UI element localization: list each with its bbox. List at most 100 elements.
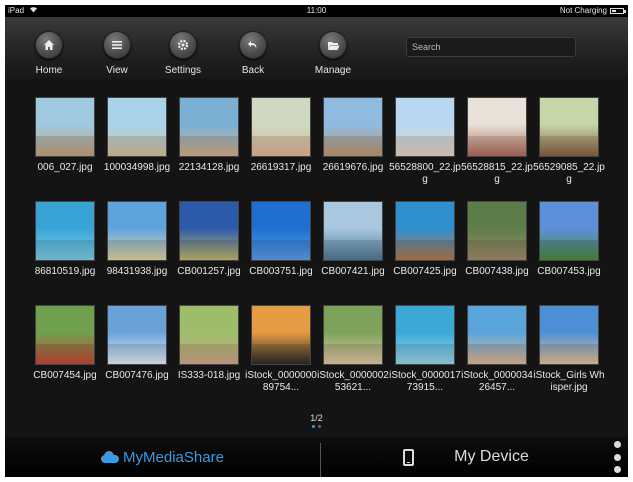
media-tile[interactable]: iStock_000000089754...: [245, 305, 317, 394]
page-indicator: 1/2: [310, 413, 323, 423]
media-thumbnail: [107, 305, 167, 365]
bottom-bar: MyMediaShare My Device: [5, 437, 628, 477]
tab-mymediashare[interactable]: MyMediaShare: [5, 437, 320, 477]
more-dot-icon: [613, 453, 621, 461]
media-tile[interactable]: 98431938.jpg: [101, 201, 173, 278]
media-filename: iStock_000003426457...: [461, 370, 533, 393]
media-tile[interactable]: iStock_000000253621...: [317, 305, 389, 394]
home-label: Home: [35, 65, 63, 76]
media-filename: CB007425.jpg: [393, 266, 457, 277]
media-filename: CB007438.jpg: [465, 266, 529, 277]
media-tile[interactable]: CB001257.jpg: [173, 201, 245, 278]
charging-status: Not Charging: [559, 6, 607, 15]
media-tile[interactable]: iStock_Girls Whisper.jpg: [533, 305, 605, 394]
more-dot-icon: [613, 441, 621, 448]
pagination[interactable]: 1/2: [5, 413, 628, 428]
media-thumbnail: [35, 305, 95, 365]
media-thumbnail: [539, 201, 599, 261]
page-dot: [312, 425, 315, 428]
media-thumbnail: [35, 201, 95, 261]
media-tile[interactable]: 56529085_22.jpg: [533, 97, 605, 186]
media-tile[interactable]: 56528815_22.jpg: [461, 97, 533, 186]
more-dot-icon: [613, 466, 621, 473]
back-button[interactable]: Back: [223, 31, 283, 76]
media-filename: 22134128.jpg: [178, 162, 240, 173]
media-tile[interactable]: 100034998.jpg: [101, 97, 173, 174]
list-icon: [103, 31, 131, 59]
more-options-button[interactable]: [612, 441, 622, 473]
media-thumbnail: [323, 97, 383, 157]
media-filename: iStock_000001773915...: [389, 370, 461, 393]
back-label: Back: [241, 65, 265, 76]
back-arrow-icon: [239, 31, 267, 59]
media-tile[interactable]: CB007454.jpg: [29, 305, 101, 382]
media-tile[interactable]: CB007425.jpg: [389, 201, 461, 278]
media-filename: iStock_000000089754...: [245, 370, 317, 393]
status-time: 11:00: [306, 6, 327, 15]
folder-open-icon: [319, 31, 347, 59]
media-filename: 100034998.jpg: [103, 162, 171, 173]
media-thumbnail: [251, 305, 311, 365]
media-thumbnail: [179, 305, 239, 365]
status-bar: iPad 11:00 Not Charging: [5, 5, 628, 17]
tab-my-device[interactable]: My Device: [321, 437, 611, 477]
media-filename: CB007454.jpg: [33, 370, 97, 381]
settings-button[interactable]: Settings: [153, 31, 213, 76]
view-button[interactable]: View: [87, 31, 147, 76]
media-thumbnail: [467, 305, 527, 365]
media-filename: 26619317.jpg: [250, 162, 312, 173]
media-tile[interactable]: IS333-018.jpg: [173, 305, 245, 382]
media-thumbnail: [251, 97, 311, 157]
media-thumbnail: [539, 305, 599, 365]
home-button[interactable]: Home: [19, 31, 79, 76]
media-thumbnail: [179, 97, 239, 157]
media-tile[interactable]: CB007453.jpg: [533, 201, 605, 278]
manage-label: Manage: [314, 65, 352, 76]
search-input[interactable]: [406, 37, 576, 57]
page-dot: [318, 425, 321, 428]
media-thumbnail: [323, 201, 383, 261]
media-thumbnail: [539, 97, 599, 157]
media-thumbnail: [251, 201, 311, 261]
media-filename: 98431938.jpg: [106, 266, 168, 277]
home-icon: [35, 31, 63, 59]
manage-button[interactable]: Manage: [303, 31, 363, 76]
media-tile[interactable]: 26619676.jpg: [317, 97, 389, 174]
media-tile[interactable]: 22134128.jpg: [173, 97, 245, 174]
media-tile[interactable]: CB007476.jpg: [101, 305, 173, 382]
media-filename: 56528815_22.jpg: [461, 162, 533, 185]
gear-icon: [169, 31, 197, 59]
media-thumbnail: [35, 97, 95, 157]
media-tile[interactable]: CB007438.jpg: [461, 201, 533, 278]
media-filename: 56528800_22.jpg: [389, 162, 461, 185]
page-dots: [5, 425, 628, 428]
media-filename: CB007421.jpg: [321, 266, 385, 277]
battery-icon: [610, 8, 626, 14]
media-thumbnail: [467, 97, 527, 157]
media-tile[interactable]: 56528800_22.jpg: [389, 97, 461, 186]
media-tile[interactable]: iStock_000001773915...: [389, 305, 461, 394]
app-screen: iPad 11:00 Not Charging Home View Settin…: [5, 5, 628, 477]
media-tile[interactable]: CB003751.jpg: [245, 201, 317, 278]
phone-icon: [403, 448, 415, 466]
media-thumbnail: [395, 201, 455, 261]
media-filename: iStock_000000253621...: [317, 370, 389, 393]
media-thumbnail: [107, 201, 167, 261]
media-tile[interactable]: 006_027.jpg: [29, 97, 101, 174]
media-tile[interactable]: 86810519.jpg: [29, 201, 101, 278]
battery-status: Not Charging: [559, 5, 626, 17]
media-thumbnail: [107, 97, 167, 157]
media-thumbnail: [395, 305, 455, 365]
media-filename: CB007453.jpg: [537, 266, 601, 277]
media-tile[interactable]: 26619317.jpg: [245, 97, 317, 174]
media-filename: CB003751.jpg: [249, 266, 313, 277]
media-thumbnail: [323, 305, 383, 365]
media-tile[interactable]: iStock_000003426457...: [461, 305, 533, 394]
toolbar: Home View Settings Back Manage: [5, 17, 628, 79]
media-thumbnail: [179, 201, 239, 261]
view-label: View: [106, 65, 128, 76]
media-filename: IS333-018.jpg: [177, 370, 241, 381]
media-filename: iStock_Girls Whisper.jpg: [533, 370, 605, 393]
media-tile[interactable]: CB007421.jpg: [317, 201, 389, 278]
media-filename: 56529085_22.jpg: [533, 162, 605, 185]
